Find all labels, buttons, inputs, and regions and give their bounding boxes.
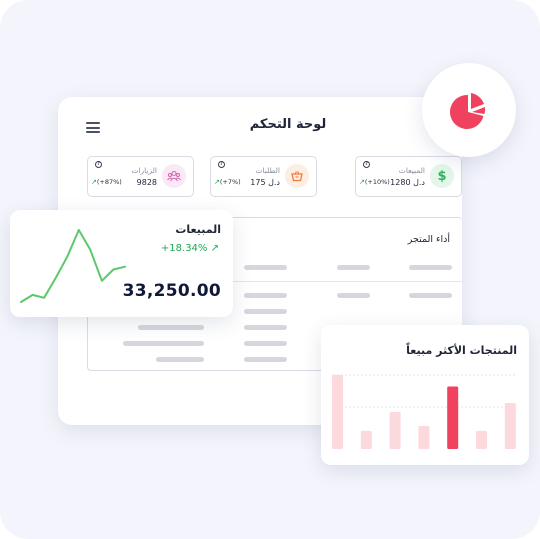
pie-chart-icon	[449, 93, 486, 129]
skeleton-bar	[244, 293, 287, 298]
skeleton-bar	[244, 309, 287, 314]
stat-label: الزيارات	[131, 166, 157, 175]
skeleton-bar	[123, 341, 204, 346]
bar[interactable]	[360, 430, 372, 449]
best-sellers-chart	[332, 374, 517, 450]
sales-value: 33,250.00	[122, 281, 221, 301]
stat-change: ↗(+10%)	[359, 178, 390, 186]
sales-title: المبيعات	[175, 223, 221, 236]
skeleton-bar	[337, 293, 370, 298]
best-sellers-card[interactable]: المنتجات الأكثر مبيعاً	[321, 325, 529, 465]
bar[interactable]	[504, 403, 516, 449]
bar-highlighted[interactable]	[447, 386, 459, 450]
stat-value: 1280 د.ل	[390, 178, 425, 187]
stat-label: المبيعات	[398, 166, 425, 175]
stat-card-visits[interactable]: ? الزيارات 9828 ↗(+87%)	[87, 156, 194, 197]
stat-value: 9828	[136, 178, 157, 187]
bar[interactable]	[476, 430, 487, 449]
bar[interactable]	[418, 426, 430, 449]
skeleton-bar	[244, 265, 287, 270]
stat-card-orders[interactable]: ? الطلبات 175 د.ل ↗(+7%)	[210, 156, 317, 197]
skeleton-bar	[138, 325, 204, 330]
skeleton-bar	[244, 357, 287, 362]
table-title: أداء المتجر	[407, 234, 450, 245]
stat-change: ↗(+87%)	[91, 178, 122, 186]
skeleton-bar	[244, 325, 287, 330]
skeleton-bar	[409, 293, 452, 298]
skeleton-bar	[244, 341, 287, 346]
stat-value: 175 د.ل	[250, 178, 280, 187]
sales-trend-line	[20, 229, 126, 303]
sales-change: +18.34% ↗	[160, 243, 219, 254]
users-icon	[162, 164, 186, 188]
dollar-icon: $	[430, 164, 454, 188]
sales-card[interactable]: المبيعات +18.34% ↗ 33,250.00	[10, 210, 233, 317]
pie-chart-widget[interactable]	[422, 63, 516, 157]
stat-label: الطلبات	[255, 166, 280, 175]
stat-change: ↗(+7%)	[214, 178, 241, 186]
stat-card-sales[interactable]: ? $ المبيعات 1280 د.ل ↗(+10%)	[355, 156, 462, 197]
page-title: لوحة التحكم	[249, 117, 327, 132]
skeleton-bar	[156, 357, 204, 362]
help-icon[interactable]: ?	[95, 161, 102, 168]
skeleton-bar	[337, 265, 370, 270]
help-icon[interactable]: ?	[218, 161, 225, 168]
trend-line	[20, 229, 126, 303]
bar[interactable]	[389, 412, 401, 449]
menu-icon[interactable]	[86, 122, 100, 133]
basket-icon	[285, 164, 309, 188]
bar[interactable]	[332, 375, 343, 449]
skeleton-bar	[409, 265, 452, 270]
help-icon[interactable]: ?	[363, 161, 370, 168]
trend-up-icon: ↗	[210, 243, 219, 254]
